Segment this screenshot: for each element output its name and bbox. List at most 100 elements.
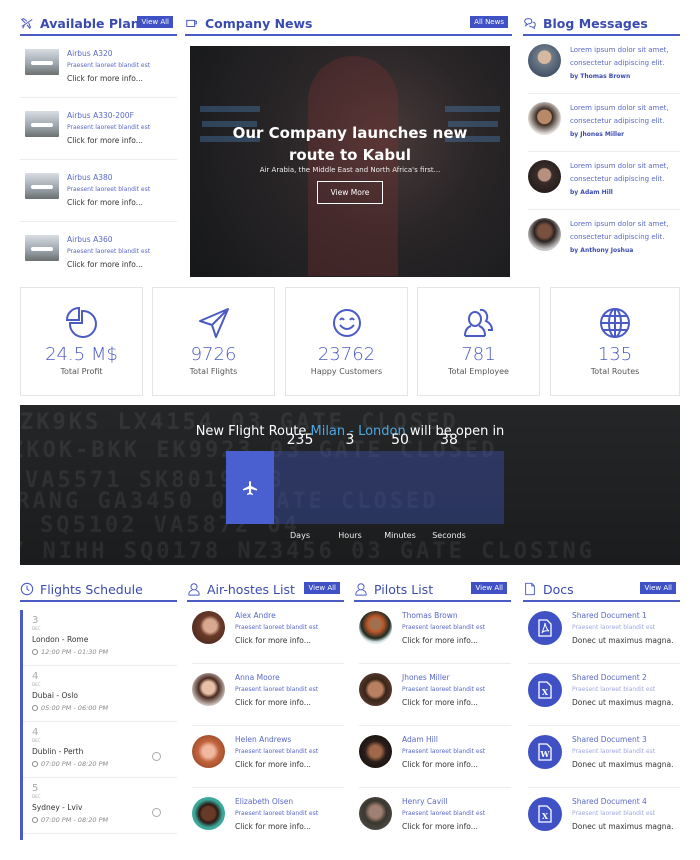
pilot-sub: Praesent laoreet blandit est xyxy=(402,748,486,755)
countdown-hours-value: 3 xyxy=(345,432,355,448)
schedule-item[interactable]: 3 DEC London - Rome 12:00 PM - 01:30 PM xyxy=(23,610,177,666)
plane-more-link[interactable]: Click for more info... xyxy=(67,260,150,269)
avatar xyxy=(528,160,561,193)
pilot-more-link[interactable]: Click for more info... xyxy=(402,698,485,707)
blog-item[interactable]: Lorem ipsum dolor sit amet, consectetur … xyxy=(528,210,680,268)
document-icon xyxy=(525,582,535,596)
doc-description: Donec ut maximus magna. xyxy=(572,822,674,831)
pilot-name[interactable]: Henry Cavill xyxy=(402,797,485,806)
plane-more-link[interactable]: Click for more info... xyxy=(67,198,150,207)
schedule-time: 05:00 PM - 06:00 PM xyxy=(41,704,109,712)
doc-item[interactable]: W Shared Document 3 Praesent laoreet blan… xyxy=(528,726,680,788)
clock-icon xyxy=(20,582,34,596)
user-icon xyxy=(355,583,367,596)
plane-item[interactable]: Airbus A330-200F Praesent laoreet blandi… xyxy=(20,98,177,160)
hostess-more-link[interactable]: Click for more info... xyxy=(235,636,318,645)
plane-more-link[interactable]: Click for more info... xyxy=(67,136,150,145)
schedule-route: London - Rome xyxy=(32,635,89,644)
pie-chart-icon xyxy=(65,306,97,338)
hostess-sub: Praesent laoreet blandit est xyxy=(235,810,319,817)
plane-tile xyxy=(226,451,274,524)
plane-name[interactable]: Airbus A380 xyxy=(67,173,150,182)
pilot-item[interactable]: Henry Cavill Praesent laoreet blandit est… xyxy=(359,788,511,850)
blog-item[interactable]: Lorem ipsum dolor sit amet, consectetur … xyxy=(528,152,680,210)
pilot-item[interactable]: Adam Hill Praesent laoreet blandit est Cli… xyxy=(359,726,511,788)
hostess-name[interactable]: Anna Moore xyxy=(235,673,318,682)
plane-name[interactable]: Airbus A330-200F xyxy=(67,111,150,120)
blog-item[interactable]: Lorem ipsum dolor sit amet, consectetur … xyxy=(528,94,680,152)
hostess-item[interactable]: Elizabeth Olsen Praesent laoreet blandit … xyxy=(192,788,344,850)
pilot-more-link[interactable]: Click for more info... xyxy=(402,636,485,645)
news-description: Air Arabia, the Middle East and North Af… xyxy=(259,166,441,174)
pilots-view-all-button[interactable]: View All xyxy=(471,582,507,594)
pilot-more-link[interactable]: Click for more info... xyxy=(402,822,485,831)
hostess-name[interactable]: Alex Andre xyxy=(235,611,318,620)
schedule-title: Flights Schedule xyxy=(40,581,143,597)
all-news-button[interactable]: All News xyxy=(470,16,508,28)
pilot-name[interactable]: Jhones Miller xyxy=(402,673,485,682)
pilot-name[interactable]: Adam Hill xyxy=(402,735,485,744)
plane-sub: Praesent laoreet blandit est xyxy=(67,186,151,193)
pilot-more-link[interactable]: Click for more info... xyxy=(402,760,485,769)
stat-total-employee: 781 Total Employee xyxy=(417,287,540,396)
doc-item[interactable]: Shared Document 1 Praesent laoreet blandi… xyxy=(528,602,680,664)
blog-item[interactable]: Lorem ipsum dolor sit amet, consectetur … xyxy=(528,36,680,94)
docs-title: Docs xyxy=(543,581,574,597)
hostess-item[interactable]: Alex Andre Praesent laoreet blandit est Cl… xyxy=(192,602,344,664)
user-icon xyxy=(188,583,200,596)
sync-icon[interactable] xyxy=(152,808,161,817)
doc-sub: Praesent laoreet blandit est xyxy=(572,686,656,693)
hostess-sub: Praesent laoreet blandit est xyxy=(235,748,319,755)
news-panel: Company News All News xyxy=(185,12,512,36)
blog-message[interactable]: Lorem ipsum dolor sit amet, consectetur … xyxy=(570,104,669,125)
doc-item[interactable]: X Shared Document 4 Praesent laoreet blan… xyxy=(528,788,680,850)
hostess-more-link[interactable]: Click for more info... xyxy=(235,822,318,831)
plane-more-link[interactable]: Click for more info... xyxy=(67,74,150,83)
docs-view-all-button[interactable]: View All xyxy=(640,582,676,594)
hostess-name[interactable]: Elizabeth Olsen xyxy=(235,797,318,806)
blog-message[interactable]: Lorem ipsum dolor sit amet, consectetur … xyxy=(570,220,669,241)
hostesses-view-all-button[interactable]: View All xyxy=(304,582,340,594)
smiley-icon xyxy=(332,309,361,337)
blog-title: Blog Messages xyxy=(543,15,648,31)
schedule-item[interactable]: 4 DEC Dublin - Perth 07:00 PM - 08:20 PM xyxy=(23,722,177,778)
stat-label: Happy Customers xyxy=(310,367,383,376)
schedule-item[interactable]: 5 DEC Sydney - Lviv 07:00 PM - 08:20 PM xyxy=(23,778,177,834)
doc-name[interactable]: Shared Document 4 xyxy=(572,797,674,806)
pilot-item[interactable]: Jhones Miller Praesent laoreet blandit es… xyxy=(359,664,511,726)
plane-name[interactable]: Airbus A360 xyxy=(67,235,150,244)
doc-name[interactable]: Shared Document 1 xyxy=(572,611,674,620)
pilot-sub: Praesent laoreet blandit est xyxy=(402,624,486,631)
coffee-cup-icon xyxy=(186,19,197,28)
sync-icon[interactable] xyxy=(152,752,161,761)
schedule-item[interactable]: 4 DEC Dubai - Oslo 05:00 PM - 06:00 PM xyxy=(23,666,177,722)
doc-sub: Praesent laoreet blandit est xyxy=(572,748,656,755)
view-more-button[interactable]: View More xyxy=(317,181,383,204)
hostess-name[interactable]: Helen Andrews xyxy=(235,735,318,744)
stat-happy-customers: 23762 Happy Customers xyxy=(285,287,408,396)
doc-item[interactable]: X Shared Document 2 Praesent laoreet blan… xyxy=(528,664,680,726)
plane-name[interactable]: Airbus A320 xyxy=(67,49,150,58)
schedule-day: 4 xyxy=(32,671,39,682)
pilot-name[interactable]: Thomas Brown xyxy=(402,611,485,620)
hostess-item[interactable]: Anna Moore Praesent laoreet blandit est Cl… xyxy=(192,664,344,726)
blog-message[interactable]: Lorem ipsum dolor sit amet, consectetur … xyxy=(570,46,669,67)
plane-item[interactable]: Airbus A320 Praesent laoreet blandit est… xyxy=(20,36,177,98)
svg-text:X: X xyxy=(542,811,549,821)
hostess-more-link[interactable]: Click for more info... xyxy=(235,760,318,769)
doc-description: Donec ut maximus magna. xyxy=(572,636,674,645)
clock-icon xyxy=(32,817,38,823)
hostess-more-link[interactable]: Click for more info... xyxy=(235,698,318,707)
plane-item[interactable]: Airbus A380 Praesent laoreet blandit est… xyxy=(20,160,177,222)
hostess-item[interactable]: Helen Andrews Praesent laoreet blandit es… xyxy=(192,726,344,788)
planes-view-all-button[interactable]: View All xyxy=(137,16,173,28)
doc-name[interactable]: Shared Document 2 xyxy=(572,673,674,682)
blog-message[interactable]: Lorem ipsum dolor sit amet, consectetur … xyxy=(570,162,669,183)
schedule-time: 07:00 PM - 08:20 PM xyxy=(41,760,109,768)
clock-icon xyxy=(32,705,38,711)
pilot-item[interactable]: Thomas Brown Praesent laoreet blandit est… xyxy=(359,602,511,664)
plane-thumbnail xyxy=(25,111,59,137)
word-file-icon: W xyxy=(528,735,562,769)
doc-name[interactable]: Shared Document 3 xyxy=(572,735,674,744)
plane-item[interactable]: Airbus A360 Praesent laoreet blandit est… xyxy=(20,222,177,277)
